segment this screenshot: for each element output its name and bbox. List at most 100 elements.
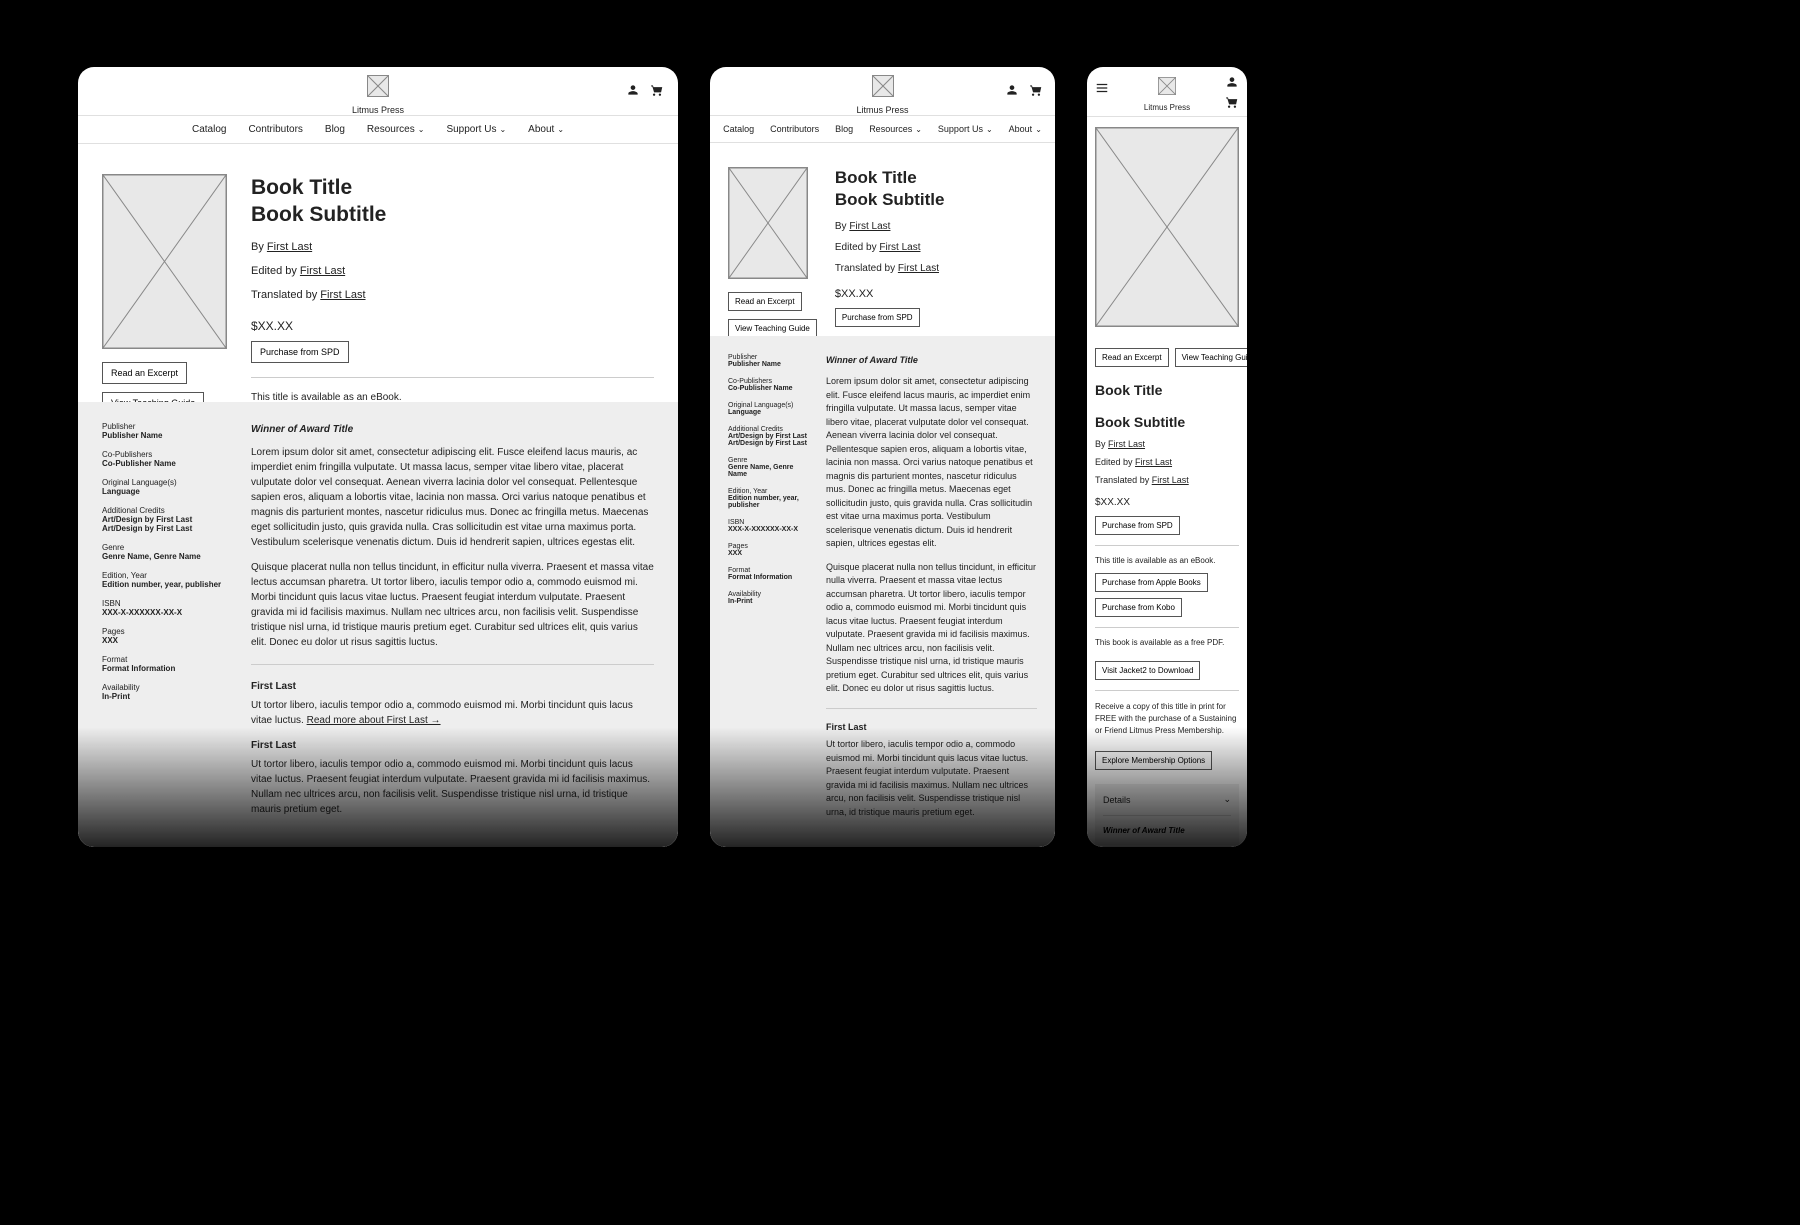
translator-link[interactable]: First Last xyxy=(1152,475,1189,485)
brand: Litmus Press xyxy=(724,75,1041,115)
nav-catalog[interactable]: Catalog xyxy=(723,124,754,134)
nav-blog[interactable]: Blog xyxy=(325,124,345,135)
meta-label: Pages xyxy=(102,627,227,636)
author-heading: First Last xyxy=(826,721,1037,735)
readmore-link[interactable]: Read more about First Last → xyxy=(307,715,441,726)
meta-label: Format xyxy=(102,655,227,664)
teaching-guide-button[interactable]: View Teaching Guide xyxy=(728,319,817,336)
author-link[interactable]: First Last xyxy=(267,241,312,253)
read-excerpt-button[interactable]: Read an Excerpt xyxy=(1095,348,1169,367)
book-title: Book Title xyxy=(1095,381,1239,399)
pdf-label: This book is available as a free PDF. xyxy=(1095,638,1239,647)
author-byline: By First Last xyxy=(835,221,1037,232)
logo-placeholder-icon xyxy=(1158,77,1176,95)
mobile-wireframe: Litmus Press Read an Excerpt View Teachi… xyxy=(1087,67,1247,847)
meta-label: Format xyxy=(728,567,808,574)
book-cover-placeholder xyxy=(1095,127,1239,327)
purchase-apple-button[interactable]: Purchase from Apple Books xyxy=(1095,573,1208,592)
details-section: PublisherPublisher Name Co-PublishersCo-… xyxy=(710,336,1055,848)
price: $XX.XX xyxy=(251,319,654,333)
purchase-spd-button[interactable]: Purchase from SPD xyxy=(835,308,920,327)
nav-resources[interactable]: Resources⌄ xyxy=(367,124,425,135)
nav-resources[interactable]: Resources⌄ xyxy=(869,124,922,134)
meta-value: Edition number, year, publisher xyxy=(728,495,808,509)
editor-link[interactable]: First Last xyxy=(300,265,345,277)
meta-value: XXX-X-XXXXXX-XX-X xyxy=(728,526,808,533)
price: $XX.XX xyxy=(1095,497,1239,508)
translator-link[interactable]: First Last xyxy=(898,263,939,274)
main-nav: Catalog Contributors Blog Resources⌄ Sup… xyxy=(710,115,1055,143)
meta-label: ISBN xyxy=(728,519,808,526)
nav-contributors[interactable]: Contributors xyxy=(248,124,302,135)
read-excerpt-button[interactable]: Read an Excerpt xyxy=(728,292,802,311)
divider xyxy=(1095,690,1239,691)
brand: Litmus Press xyxy=(1095,77,1239,112)
meta-value: In-Print xyxy=(102,692,227,701)
hamburger-icon[interactable] xyxy=(1095,81,1109,95)
editor-link[interactable]: First Last xyxy=(879,242,920,253)
nav-support[interactable]: Support Us⌄ xyxy=(938,124,993,134)
award-title: Winner of Award Title xyxy=(251,422,654,437)
meta-label: Edition, Year xyxy=(102,571,227,580)
details-accordion: Details ⌄ Winner of Award Title xyxy=(1095,784,1239,845)
purchase-kobo-button[interactable]: Purchase from Kobo xyxy=(1095,598,1182,617)
ebook-label: This title is available as an eBook. xyxy=(1095,556,1239,565)
explore-membership-button[interactable]: Explore Membership Options xyxy=(1095,751,1212,770)
author-byline: By First Last xyxy=(251,241,654,253)
translator-link[interactable]: First Last xyxy=(320,289,365,301)
book-cover-placeholder xyxy=(102,174,227,349)
header: Litmus Press xyxy=(78,67,678,115)
main-nav: Catalog Contributors Blog Resources⌄ Sup… xyxy=(78,115,678,144)
person-icon[interactable] xyxy=(1225,75,1239,89)
meta-value: Genre Name, Genre Name xyxy=(728,464,808,478)
nav-contributors[interactable]: Contributors xyxy=(770,124,819,134)
meta-value: XXX-X-XXXXXX-XX-X xyxy=(102,608,227,617)
details-toggle[interactable]: Details ⌄ xyxy=(1103,794,1231,805)
logo-placeholder-icon xyxy=(367,75,389,97)
purchase-spd-button[interactable]: Purchase from SPD xyxy=(1095,516,1180,535)
meta-label: Additional Credits xyxy=(102,506,227,515)
teaching-guide-button[interactable]: View Teaching Guide xyxy=(102,392,204,402)
meta-label: Availability xyxy=(728,591,808,598)
chevron-down-icon: ⌄ xyxy=(986,125,993,134)
nav-support[interactable]: Support Us⌄ xyxy=(446,124,506,135)
visit-jacket2-button[interactable]: Visit Jacket2 to Download xyxy=(1095,661,1200,680)
read-excerpt-button[interactable]: Read an Excerpt xyxy=(102,362,187,384)
author-link[interactable]: First Last xyxy=(1108,439,1145,449)
description-paragraph: Lorem ipsum dolor sit amet, consectetur … xyxy=(251,445,654,550)
editor-byline: Edited by First Last xyxy=(1095,457,1239,467)
meta-label: Genre xyxy=(102,543,227,552)
translator-byline: Translated by First Last xyxy=(835,263,1037,274)
divider xyxy=(1095,627,1239,628)
cart-icon[interactable] xyxy=(1225,95,1239,109)
person-icon[interactable] xyxy=(1005,83,1019,97)
meta-value: Art/Design by First Last xyxy=(728,433,808,440)
purchase-spd-button[interactable]: Purchase from SPD xyxy=(251,341,349,363)
header: Litmus Press xyxy=(1087,67,1247,116)
editor-byline: Edited by First Last xyxy=(835,242,1037,253)
chevron-down-icon: ⌄ xyxy=(557,125,564,134)
author-link[interactable]: First Last xyxy=(849,221,890,232)
book-subtitle: Book Subtitle xyxy=(251,201,654,228)
meta-label: Publisher xyxy=(102,422,227,431)
divider xyxy=(251,377,654,378)
nav-about[interactable]: About⌄ xyxy=(528,124,564,135)
desktop-wireframe: Litmus Press Catalog Contributors Blog R… xyxy=(78,67,678,847)
logo-placeholder-icon xyxy=(872,75,894,97)
author-bio: Ut tortor libero, iaculis tempor odio a,… xyxy=(251,757,654,817)
editor-link[interactable]: First Last xyxy=(1135,457,1172,467)
meta-value: Art/Design by First Last xyxy=(728,440,808,447)
nav-about[interactable]: About⌄ xyxy=(1009,124,1042,134)
cart-icon[interactable] xyxy=(1029,83,1043,97)
author-bio: Ut tortor libero, iaculis tempor odio a,… xyxy=(251,698,654,728)
description-paragraph: Quisque placerat nulla non tellus tincid… xyxy=(251,560,654,650)
book-cover-placeholder xyxy=(728,167,808,279)
ebook-label: This title is available as an eBook. xyxy=(251,392,654,402)
teaching-guide-button[interactable]: View Teaching Guide xyxy=(1175,348,1247,367)
person-icon[interactable] xyxy=(626,83,640,97)
header: Litmus Press xyxy=(710,67,1055,115)
nav-catalog[interactable]: Catalog xyxy=(192,124,226,135)
nav-blog[interactable]: Blog xyxy=(835,124,853,134)
brand: Litmus Press xyxy=(92,75,664,115)
cart-icon[interactable] xyxy=(650,83,664,97)
